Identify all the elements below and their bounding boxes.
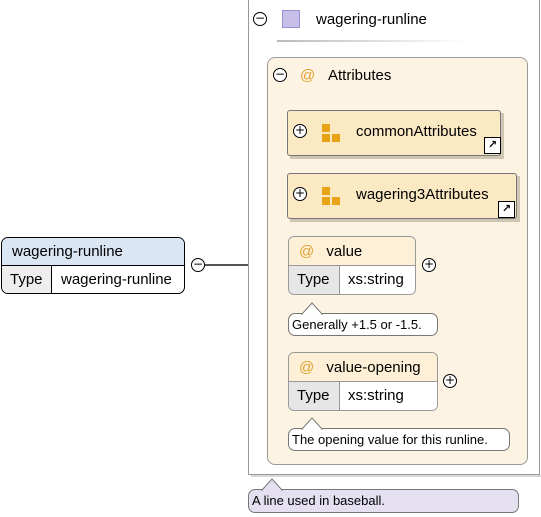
at-icon: @ bbox=[300, 67, 316, 84]
attributes-title: Attributes bbox=[328, 67, 392, 84]
attribute-header: @ value bbox=[289, 237, 415, 266]
expand-icon[interactable]: + bbox=[422, 258, 436, 272]
element-name: wagering-runline bbox=[2, 238, 184, 266]
expand-icon[interactable]: + bbox=[293, 187, 307, 201]
at-icon: @ bbox=[299, 243, 315, 260]
attribute-type-key: Type bbox=[289, 382, 340, 410]
note-tail bbox=[260, 478, 284, 491]
attribute-type-value: xs:string bbox=[340, 266, 415, 294]
element-box[interactable]: wagering-runline Type wagering-runline bbox=[1, 237, 185, 294]
attribute-group-icon bbox=[322, 187, 330, 195]
link-arrow-icon[interactable]: ↗ bbox=[484, 137, 501, 154]
attribute-group-icon bbox=[332, 197, 340, 205]
attribute-group-icon bbox=[322, 197, 330, 205]
attribute-type-row: Type xs:string bbox=[289, 266, 415, 294]
link-arrow-icon[interactable]: ↗ bbox=[498, 201, 515, 218]
note-tail bbox=[300, 302, 324, 315]
group-ref-wagering3-attributes[interactable]: + wagering3Attributes ↗ bbox=[287, 173, 517, 219]
element-type-value: wagering-runline bbox=[61, 271, 172, 288]
at-icon: @ bbox=[299, 359, 315, 376]
complex-type-icon bbox=[282, 10, 300, 28]
attribute-note: The opening value for this runline. bbox=[288, 428, 510, 451]
attribute-note: Generally +1.5 or -1.5. bbox=[288, 313, 438, 336]
element-type-key: Type bbox=[2, 266, 52, 293]
attribute-type-value: xs:string bbox=[340, 382, 437, 410]
group-ref-common-attributes[interactable]: + commonAttributes ↗ bbox=[287, 110, 501, 156]
expand-icon[interactable]: + bbox=[293, 124, 307, 138]
attribute-value-opening[interactable]: @ value-opening Type xs:string bbox=[288, 352, 438, 411]
collapse-icon[interactable]: − bbox=[273, 68, 287, 82]
collapse-icon[interactable]: − bbox=[191, 258, 205, 272]
complex-type-title: wagering-runline bbox=[316, 11, 427, 28]
attribute-type-key: Type bbox=[289, 266, 340, 294]
title-divider bbox=[277, 40, 467, 42]
attribute-value[interactable]: @ value Type xs:string bbox=[288, 236, 416, 295]
group-ref-name: wagering3Attributes bbox=[356, 186, 489, 203]
attribute-group-icon bbox=[322, 124, 330, 132]
collapse-icon[interactable]: − bbox=[253, 12, 267, 26]
complex-type-note: A line used in baseball. bbox=[248, 489, 519, 513]
expand-icon[interactable]: + bbox=[443, 374, 457, 388]
element-type-row: Type wagering-runline bbox=[2, 266, 184, 293]
attribute-group-icon bbox=[322, 134, 330, 142]
attribute-name: value bbox=[326, 243, 363, 260]
note-tail bbox=[300, 417, 324, 430]
attribute-type-row: Type xs:string bbox=[289, 382, 437, 410]
group-ref-name: commonAttributes bbox=[356, 123, 477, 140]
attribute-name: value-opening bbox=[326, 359, 421, 376]
attribute-group-icon bbox=[332, 134, 340, 142]
attribute-header: @ value-opening bbox=[289, 353, 437, 382]
